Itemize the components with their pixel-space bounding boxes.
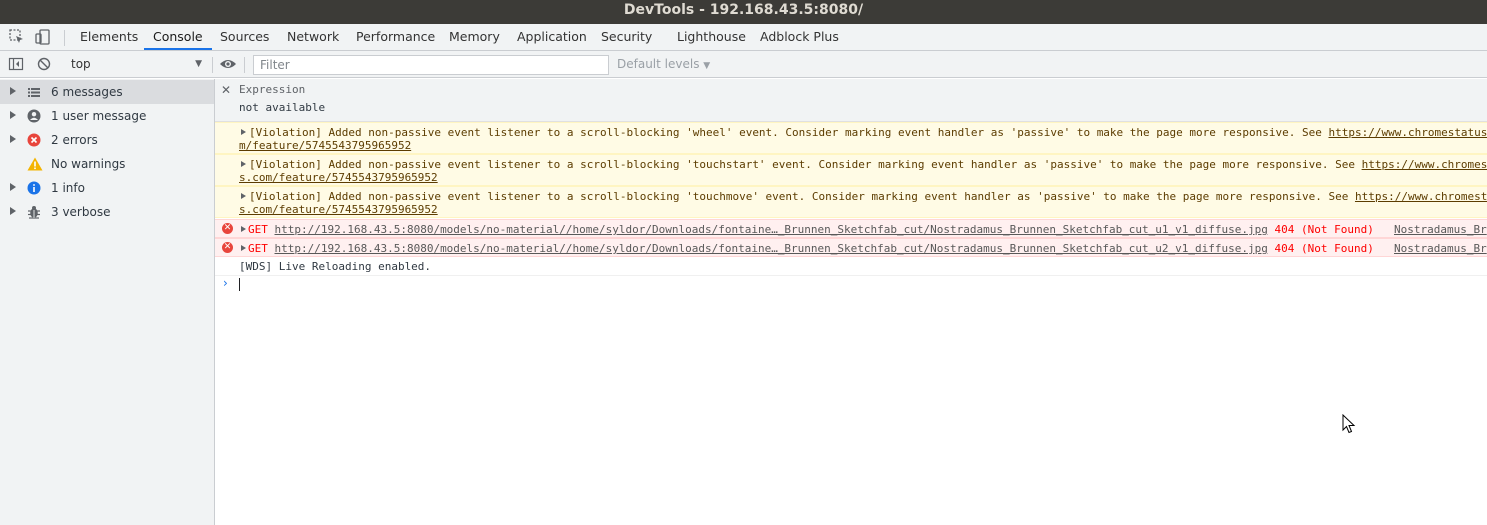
devtools-tab-bar: Elements Console Sources Network Perform… bbox=[0, 24, 1487, 51]
console-toolbar: top ▼ Default levels ▼ bbox=[0, 51, 1487, 78]
sidebar-item-warnings[interactable]: No warnings bbox=[0, 152, 214, 176]
tab-security[interactable]: Security bbox=[601, 24, 652, 50]
error-url-link[interactable]: http://192.168.43.5:8080/models/no-mater… bbox=[275, 223, 1268, 236]
chevron-right-icon: › bbox=[223, 276, 228, 290]
warning-icon bbox=[27, 157, 43, 171]
expand-arrow-icon[interactable] bbox=[10, 183, 16, 191]
warning-link-continuation[interactable]: s.com/feature/5745543795965952 bbox=[239, 171, 438, 184]
tab-application[interactable]: Application bbox=[517, 24, 587, 50]
sidebar-item-label: 2 errors bbox=[51, 133, 98, 147]
warning-link-continuation[interactable]: m/feature/5745543795965952 bbox=[239, 139, 411, 152]
window-title-bar: DevTools - 192.168.43.5:8080/ bbox=[0, 0, 1487, 24]
log-text: [WDS] Live Reloading enabled. bbox=[239, 260, 432, 273]
sidebar-item-info[interactable]: 1 info bbox=[0, 176, 214, 200]
log-levels-label: Default levels bbox=[617, 57, 700, 71]
expand-arrow-icon[interactable] bbox=[241, 245, 246, 251]
console-prompt[interactable]: › bbox=[215, 275, 1487, 293]
error-icon: ✕ bbox=[222, 223, 233, 234]
tab-memory[interactable]: Memory bbox=[449, 24, 500, 50]
warning-text: [Violation] Added non-passive event list… bbox=[249, 190, 1355, 203]
tab-performance[interactable]: Performance bbox=[356, 24, 435, 50]
warning-text: [Violation] Added non-passive event list… bbox=[249, 126, 1329, 139]
sidebar-item-label: 1 info bbox=[51, 181, 85, 195]
tab-sources[interactable]: Sources bbox=[220, 24, 269, 50]
error-method: GET bbox=[248, 242, 268, 255]
sidebar-item-verbose[interactable]: 3 verbose bbox=[0, 200, 214, 224]
close-icon[interactable]: ✕ bbox=[221, 83, 231, 97]
expand-arrow-icon[interactable] bbox=[241, 161, 246, 167]
error-source-link[interactable]: Nostradamus_Br bbox=[1394, 223, 1487, 236]
sidebar-item-messages[interactable]: 6 messages bbox=[0, 80, 214, 104]
toolbar-divider bbox=[212, 57, 213, 73]
console-warning-message[interactable]: [Violation] Added non-passive event list… bbox=[215, 154, 1487, 186]
sidebar-item-label: 1 user message bbox=[51, 109, 147, 123]
console-log-message[interactable]: [WDS] Live Reloading enabled. bbox=[215, 257, 1487, 276]
console-warning-message[interactable]: [Violation] Added non-passive event list… bbox=[215, 122, 1487, 154]
error-status: 404 (Not Found) bbox=[1274, 242, 1374, 255]
live-expression-label: Expression bbox=[239, 83, 306, 96]
expand-arrow-icon[interactable] bbox=[10, 111, 16, 119]
expand-arrow-icon[interactable] bbox=[10, 135, 16, 143]
window-title: DevTools - 192.168.43.5:8080/ bbox=[623, 2, 864, 18]
expand-arrow-icon[interactable] bbox=[241, 226, 246, 232]
sidebar-toggle-icon[interactable] bbox=[8, 56, 24, 72]
warning-link[interactable]: https://www.chromest bbox=[1355, 190, 1487, 203]
warning-link[interactable]: https://www.chromes bbox=[1362, 158, 1487, 171]
toolbar-divider bbox=[64, 30, 65, 46]
device-toolbar-icon[interactable] bbox=[34, 28, 52, 46]
inspect-element-icon[interactable] bbox=[8, 28, 26, 46]
tab-elements[interactable]: Elements bbox=[80, 24, 138, 50]
error-icon bbox=[27, 133, 41, 147]
user-icon bbox=[27, 109, 41, 123]
sidebar-item-label: No warnings bbox=[51, 157, 126, 171]
log-levels-dropdown[interactable]: Default levels ▼ bbox=[617, 54, 710, 74]
tab-adblock-plus[interactable]: Adblock Plus bbox=[760, 24, 839, 50]
sidebar-item-user-messages[interactable]: 1 user message bbox=[0, 104, 214, 128]
console-error-message[interactable]: ✕ GET http://192.168.43.5:8080/models/no… bbox=[215, 238, 1487, 257]
console-error-message[interactable]: ✕ GET http://192.168.43.5:8080/models/no… bbox=[215, 219, 1487, 238]
error-icon: ✕ bbox=[222, 242, 233, 253]
toolbar-divider bbox=[244, 57, 245, 73]
mouse-pointer-icon bbox=[1342, 413, 1356, 437]
sidebar-item-label: 6 messages bbox=[51, 85, 123, 99]
chevron-down-icon: ▼ bbox=[195, 59, 202, 69]
text-cursor bbox=[239, 278, 240, 291]
warning-text: [Violation] Added non-passive event list… bbox=[249, 158, 1362, 171]
clear-console-icon[interactable] bbox=[36, 56, 52, 72]
list-icon bbox=[27, 85, 41, 99]
warning-link[interactable]: https://www.chromestatus bbox=[1328, 126, 1487, 139]
error-status: 404 (Not Found) bbox=[1274, 223, 1374, 236]
filter-input[interactable] bbox=[253, 55, 609, 75]
console-output: ✕ Expression not available [Violation] A… bbox=[215, 79, 1487, 525]
error-url-link[interactable]: http://192.168.43.5:8080/models/no-mater… bbox=[275, 242, 1268, 255]
error-method: GET bbox=[248, 223, 268, 236]
error-source-link[interactable]: Nostradamus_Br bbox=[1394, 242, 1487, 255]
expand-arrow-icon[interactable] bbox=[10, 207, 16, 215]
info-icon bbox=[27, 181, 41, 195]
tab-lighthouse[interactable]: Lighthouse bbox=[677, 24, 746, 50]
expand-arrow-icon[interactable] bbox=[241, 193, 246, 199]
sidebar-item-label: 3 verbose bbox=[51, 205, 111, 219]
context-selector[interactable]: top ▼ bbox=[64, 54, 206, 74]
live-expression-value: not available bbox=[239, 101, 326, 114]
console-sidebar: 6 messages 1 user message 2 errors No wa… bbox=[0, 79, 215, 525]
live-expression-eye-icon[interactable] bbox=[219, 56, 236, 72]
context-value: top bbox=[71, 57, 91, 71]
bug-icon bbox=[27, 205, 41, 219]
expand-arrow-icon[interactable] bbox=[241, 129, 246, 135]
chevron-down-icon: ▼ bbox=[703, 61, 711, 71]
tab-console[interactable]: Console bbox=[144, 24, 212, 50]
warning-link-continuation[interactable]: s.com/feature/5745543795965952 bbox=[239, 203, 438, 216]
console-warning-message[interactable]: [Violation] Added non-passive event list… bbox=[215, 186, 1487, 218]
sidebar-item-errors[interactable]: 2 errors bbox=[0, 128, 214, 152]
live-expression: ✕ Expression not available bbox=[215, 79, 1487, 122]
tab-network[interactable]: Network bbox=[287, 24, 339, 50]
expand-arrow-icon[interactable] bbox=[10, 87, 16, 95]
